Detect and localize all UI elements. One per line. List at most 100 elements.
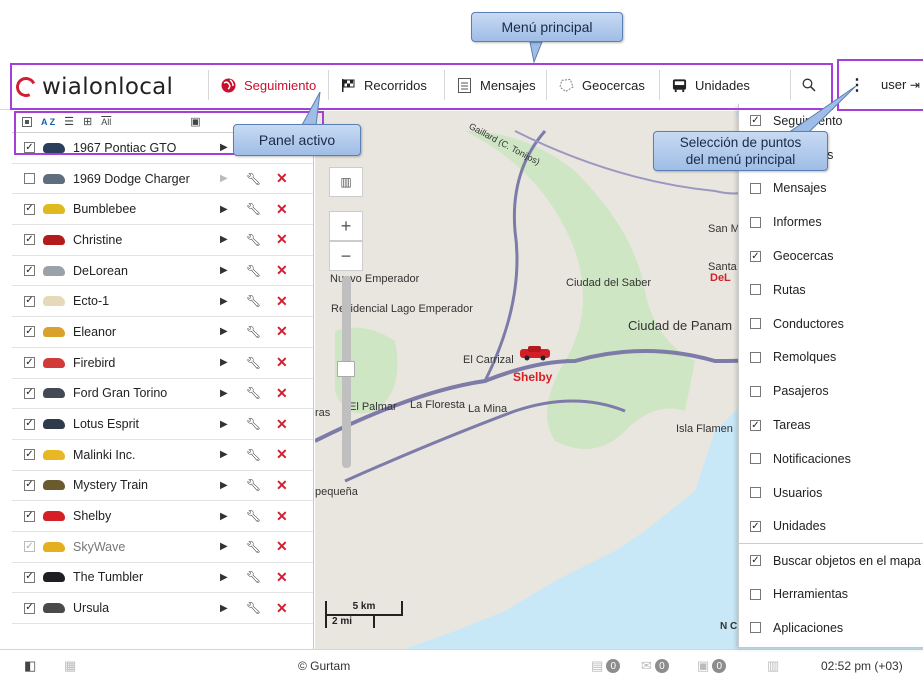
- menu-selector-item[interactable]: Notificaciones: [739, 442, 923, 476]
- remove-icon[interactable]: ✕: [276, 354, 288, 371]
- unit-checkbox[interactable]: ✓: [24, 357, 35, 369]
- menu-item-checkbox[interactable]: [750, 318, 761, 330]
- unit-checkbox[interactable]: ✓: [24, 449, 35, 461]
- play-icon[interactable]: ▶: [220, 173, 228, 184]
- unit-row[interactable]: ✓ Ursula ▶ 🔧︎ ✕: [12, 593, 313, 624]
- play-icon[interactable]: ▶: [220, 326, 228, 337]
- wrench-icon[interactable]: 🔧︎: [246, 540, 261, 554]
- layout-icon[interactable]: ▥: [767, 658, 779, 674]
- remove-icon[interactable]: ✕: [276, 231, 288, 248]
- menu-item-checkbox[interactable]: [750, 351, 761, 363]
- play-icon[interactable]: ▶: [220, 265, 228, 276]
- menu-item-checkbox[interactable]: ✓: [750, 115, 761, 127]
- remove-icon[interactable]: ✕: [276, 569, 288, 586]
- select-all-checkbox[interactable]: [22, 116, 32, 127]
- unit-checkbox[interactable]: [24, 173, 35, 185]
- remove-icon[interactable]: ✕: [276, 201, 288, 218]
- remove-icon[interactable]: ✕: [276, 508, 288, 525]
- wrench-icon[interactable]: 🔧︎: [246, 294, 261, 308]
- unit-name[interactable]: 1967 Pontiac GTO: [73, 141, 213, 155]
- shelby-car-icon[interactable]: [519, 345, 551, 361]
- app-logo[interactable]: wialonlocal: [13, 74, 173, 100]
- menu-item-checkbox[interactable]: ✓: [750, 250, 761, 262]
- add-group-icon[interactable]: ⊞: [83, 115, 92, 128]
- menu-selector-item[interactable]: Rutas: [739, 273, 923, 307]
- play-icon[interactable]: ▶: [220, 419, 228, 430]
- unit-row[interactable]: ✓ DeLorean ▶ 🔧︎ ✕: [12, 256, 313, 287]
- menu-selector-item[interactable]: Conductores: [739, 307, 923, 341]
- wrench-icon[interactable]: 🔧︎: [246, 570, 261, 584]
- unit-row[interactable]: ✓ SkyWave ▶ 🔧︎ ✕: [12, 532, 313, 563]
- unit-checkbox[interactable]: ✓: [24, 571, 35, 583]
- menu-item-checkbox[interactable]: [750, 385, 761, 397]
- unit-checkbox[interactable]: ✓: [24, 541, 35, 553]
- menu-selector-item[interactable]: Mensajes: [739, 172, 923, 206]
- unit-checkbox[interactable]: ✓: [24, 479, 35, 491]
- nav-geocercas[interactable]: Geocercas: [546, 70, 645, 100]
- menu-selector-item[interactable]: Usuarios: [739, 476, 923, 510]
- unit-name[interactable]: Bumblebee: [73, 202, 213, 216]
- wrench-icon[interactable]: 🔧︎: [246, 601, 261, 615]
- play-icon[interactable]: ▶: [220, 296, 228, 307]
- menu-selector-item[interactable]: Pasajeros: [739, 374, 923, 408]
- play-icon[interactable]: ▶: [220, 388, 228, 399]
- remove-icon[interactable]: ✕: [276, 385, 288, 402]
- menu-item-checkbox[interactable]: [750, 216, 761, 228]
- unit-name[interactable]: Eleanor: [73, 325, 213, 339]
- unit-checkbox[interactable]: ✓: [24, 142, 35, 154]
- menu-selector-item[interactable]: ✓ Unidades: [739, 510, 923, 544]
- unit-row[interactable]: ✓ Ecto-1 ▶ 🔧︎ ✕: [12, 286, 313, 318]
- unit-name[interactable]: DeLorean: [73, 264, 213, 278]
- menu-selector-item[interactable]: Remolques: [739, 341, 923, 375]
- unit-name[interactable]: Christine: [73, 233, 213, 247]
- unit-checkbox[interactable]: ✓: [24, 203, 35, 215]
- unit-row[interactable]: ✓ Ford Gran Torino ▶ 🔧︎ ✕: [12, 379, 313, 410]
- unit-row[interactable]: ✓ Malinki Inc. ▶ 🔧︎ ✕: [12, 440, 313, 471]
- unit-name[interactable]: Ecto-1: [73, 294, 213, 308]
- menu-item-checkbox[interactable]: [750, 588, 761, 600]
- unit-row[interactable]: ✓ Christine ▶ 🔧︎ ✕: [12, 225, 313, 256]
- unit-name[interactable]: Lotus Esprit: [73, 417, 213, 431]
- menu-item-checkbox[interactable]: ✓: [750, 419, 761, 431]
- unit-checkbox[interactable]: ✓: [24, 295, 35, 307]
- unit-name[interactable]: SkyWave: [73, 540, 213, 554]
- play-icon[interactable]: ▶: [220, 511, 228, 522]
- list-view-icon[interactable]: ☰: [64, 115, 74, 128]
- menu-selector-item[interactable]: ✓ Geocercas: [739, 239, 923, 273]
- unit-name[interactable]: Malinki Inc.: [73, 448, 213, 462]
- sort-az-icon[interactable]: A Z: [41, 117, 55, 127]
- unit-row[interactable]: ✓ The Tumbler ▶ 🔧︎ ✕: [12, 563, 313, 594]
- remove-icon[interactable]: ✕: [276, 600, 288, 617]
- menu-item-checkbox[interactable]: [750, 182, 761, 194]
- wrench-icon[interactable]: 🔧︎: [246, 325, 261, 339]
- nav-mensajes[interactable]: Mensajes: [444, 70, 536, 100]
- map-layers-button[interactable]: ▥: [329, 167, 363, 197]
- menu-item-checkbox[interactable]: [750, 453, 761, 465]
- menu-item-checkbox[interactable]: [750, 284, 761, 296]
- unit-checkbox[interactable]: ✓: [24, 602, 35, 614]
- unit-name[interactable]: Ursula: [73, 601, 213, 615]
- grid-icon[interactable]: ▦: [64, 658, 76, 674]
- wrench-icon[interactable]: 🔧︎: [246, 264, 261, 278]
- unit-name[interactable]: Mystery Train: [73, 478, 213, 492]
- unit-row[interactable]: ✓ Bumblebee ▶ 🔧︎ ✕: [12, 194, 313, 226]
- menu-item-checkbox[interactable]: ✓: [750, 520, 761, 532]
- unit-name[interactable]: The Tumbler: [73, 570, 213, 584]
- unit-row[interactable]: ✓ Shelby ▶ 🔧︎ ✕: [12, 501, 313, 532]
- unit-checkbox[interactable]: ✓: [24, 265, 35, 277]
- unit-label-shelby[interactable]: Shelby: [513, 370, 552, 384]
- remove-icon[interactable]: ✕: [276, 477, 288, 494]
- panel-toggle-icon[interactable]: ◧: [24, 658, 36, 674]
- remove-icon[interactable]: ✕: [276, 293, 288, 310]
- wrench-icon[interactable]: 🔧︎: [246, 448, 261, 462]
- unit-name[interactable]: Shelby: [73, 509, 213, 523]
- notifications-counter[interactable]: ✉ 0: [641, 658, 669, 674]
- wrench-icon[interactable]: 🔧︎: [246, 386, 261, 400]
- unit-checkbox[interactable]: ✓: [24, 387, 35, 399]
- play-icon[interactable]: ▶: [220, 541, 228, 552]
- zoom-out-button[interactable]: −: [329, 241, 363, 271]
- unit-checkbox[interactable]: ✓: [24, 234, 35, 246]
- menu-selector-item[interactable]: Informes: [739, 205, 923, 239]
- wrench-icon[interactable]: 🔧︎: [246, 233, 261, 247]
- play-icon[interactable]: ▶: [220, 449, 228, 460]
